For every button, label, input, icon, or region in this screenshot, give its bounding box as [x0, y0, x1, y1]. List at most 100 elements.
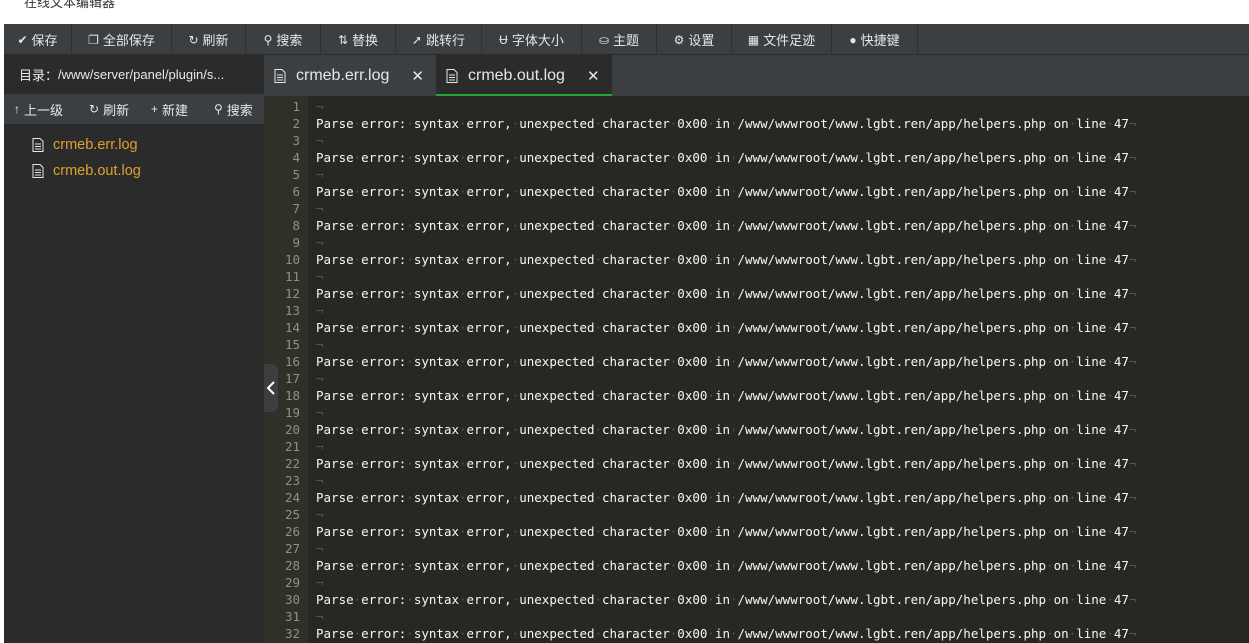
save-button[interactable]: ✔ 保存	[4, 24, 72, 55]
line-text: ¬	[316, 337, 324, 352]
toolbar: ✔ 保存 ❐ 全部保存 ↻ 刷新 ⚲ 搜索 ⇅ 替换 ➚ 跳转行 Ʉ 字体大小 ⛀ 主题 ⚙ 设置 ▦ 文件足迹 ● 快捷…	[4, 24, 1249, 55]
editor-tab[interactable]: crmeb.err.log ✕	[264, 55, 436, 96]
window-title: 在线文本编辑器	[0, 0, 1249, 24]
line-text: Parse·error:·syntax·error,·unexpected·ch…	[316, 388, 1137, 403]
code-line: 31 ¬	[264, 608, 1249, 625]
line-number: 25	[284, 507, 300, 522]
file-icon	[274, 68, 286, 83]
line-text: ¬	[316, 609, 324, 624]
settings-button[interactable]: ⚙ 设置	[657, 24, 732, 55]
line-text: ¬	[316, 541, 324, 556]
file-name: crmeb.out.log	[53, 163, 141, 179]
code-line: 12 Parse·error:·syntax·error,·unexpected·…	[264, 285, 1249, 302]
gear-icon: ⚙	[673, 32, 685, 47]
line-number: 13	[284, 303, 300, 318]
file-history-button[interactable]: ▦ 文件足迹	[732, 24, 832, 55]
shortcuts-button[interactable]: ● 快捷键	[832, 24, 918, 55]
line-number: 27	[284, 541, 300, 556]
up-level-button[interactable]: ↑ 上一级	[4, 100, 81, 119]
search-icon: ⚲	[263, 32, 273, 47]
toolbar-label: 主题	[613, 33, 640, 48]
line-number: 6	[292, 184, 300, 199]
line-number: 24	[284, 490, 300, 505]
refresh-dir-button[interactable]: ↻ 刷新	[81, 100, 143, 119]
font-size-button[interactable]: Ʉ 字体大小	[482, 24, 582, 55]
file-item[interactable]: crmeb.err.log	[4, 132, 264, 158]
search-button[interactable]: ⚲ 搜索	[246, 24, 321, 55]
line-text: Parse·error:·syntax·error,·unexpected·ch…	[316, 422, 1137, 437]
tab-bar: crmeb.err.log ✕ crmeb.out.log ✕	[264, 55, 1249, 96]
code-line: 6 Parse·error:·syntax·error,·unexpected·c…	[264, 183, 1249, 200]
line-text: Parse·error:·syntax·error,·unexpected·ch…	[316, 558, 1137, 573]
line-text: Parse·error:·syntax·error,·unexpected·ch…	[316, 490, 1137, 505]
line-text: Parse·error:·syntax·error,·unexpected·ch…	[316, 626, 1137, 641]
line-number: 3	[292, 133, 300, 148]
goto-line-button[interactable]: ➚ 跳转行	[396, 24, 482, 55]
line-text: Parse·error:·syntax·error,·unexpected·ch…	[316, 150, 1137, 165]
code-line: 28 Parse·error:·syntax·error,·unexpected·…	[264, 557, 1249, 574]
save-all-button[interactable]: ❐ 全部保存	[72, 24, 172, 55]
toolbar-label: 替换	[352, 33, 379, 48]
save-icon: ✔	[17, 32, 28, 47]
refresh-button[interactable]: ↻ 刷新	[172, 24, 246, 55]
directory-bar: 目录： /www/server/panel/plugin/s...	[4, 55, 264, 94]
collapse-sidebar-button[interactable]	[264, 364, 278, 412]
line-text: Parse·error:·syntax·error,·unexpected·ch…	[316, 184, 1137, 199]
toolbar-label: 快捷键	[860, 33, 900, 48]
code-line: 32 Parse·error:·syntax·error,·unexpected·…	[264, 625, 1249, 642]
code-line: 23 ¬	[264, 472, 1249, 489]
line-text: ¬	[316, 507, 324, 522]
line-text: Parse·error:·syntax·error,·unexpected·ch…	[316, 252, 1137, 267]
line-text: Parse·error:·syntax·error,·unexpected·ch…	[316, 456, 1137, 471]
file-item[interactable]: crmeb.out.log	[4, 158, 264, 184]
close-icon[interactable]: ✕	[587, 67, 600, 85]
editor-tab[interactable]: crmeb.out.log ✕	[436, 55, 612, 96]
line-text: ¬	[316, 439, 324, 454]
toolbar-label: 文件足迹	[763, 33, 816, 48]
code-line: 24 Parse·error:·syntax·error,·unexpected·…	[264, 489, 1249, 506]
line-text: Parse·error:·syntax·error,·unexpected·ch…	[316, 320, 1137, 335]
toolbar-label: 全部保存	[102, 33, 155, 48]
code-line: 13 ¬	[264, 302, 1249, 319]
sidebar-action-label: 刷新	[103, 102, 130, 118]
refresh-icon: ↻	[188, 32, 199, 47]
code-line: 20 Parse·error:·syntax·error,·unexpected·…	[264, 421, 1249, 438]
new-file-button[interactable]: + 新建	[143, 100, 206, 119]
line-text: Parse·error:·syntax·error,·unexpected·ch…	[316, 218, 1137, 233]
line-text: Parse·error:·syntax·error,·unexpected·ch…	[316, 524, 1137, 539]
toolbar-label: 刷新	[202, 33, 229, 48]
sidebar-actions: ↑ 上一级 ↻ 刷新 + 新建 ⚲ 搜索	[4, 94, 264, 124]
code-line: 15 ¬	[264, 336, 1249, 353]
line-text: ¬	[316, 575, 324, 590]
line-number: 8	[292, 218, 300, 233]
line-text: ¬	[316, 303, 324, 318]
code-line: 18 Parse·error:·syntax·error,·unexpected·…	[264, 387, 1249, 404]
close-icon[interactable]: ✕	[411, 67, 424, 85]
code-line: 1 ¬	[264, 98, 1249, 115]
theme-button[interactable]: ⛀ 主题	[582, 24, 657, 55]
font-icon: Ʉ	[499, 32, 508, 47]
code-line: 17 ¬	[264, 370, 1249, 387]
line-text: ¬	[316, 473, 324, 488]
line-number: 10	[284, 252, 300, 267]
code-editor[interactable]: 1 ¬ 2 Parse·error:·syntax·error,·unexpected…	[264, 96, 1249, 643]
file-list: crmeb.err.log crmeb.out.log	[4, 124, 264, 184]
toolbar-label: 跳转行	[426, 33, 466, 48]
code-line: 14 Parse·error:·syntax·error,·unexpected·…	[264, 319, 1249, 336]
line-number: 26	[284, 524, 300, 539]
search-dir-button[interactable]: ⚲ 搜索	[206, 100, 264, 119]
code-line: 5 ¬	[264, 166, 1249, 183]
search-icon: ⚲	[214, 102, 223, 116]
code-line: 29 ¬	[264, 574, 1249, 591]
code-line: 25 ¬	[264, 506, 1249, 523]
code-line: 3 ¬	[264, 132, 1249, 149]
line-text: ¬	[316, 235, 324, 250]
file-name: crmeb.err.log	[53, 137, 138, 153]
code-line: 19 ¬	[264, 404, 1249, 421]
directory-label: 目录：	[19, 68, 59, 83]
line-text: ¬	[316, 133, 324, 148]
replace-button[interactable]: ⇅ 替换	[321, 24, 396, 55]
file-icon	[32, 138, 44, 152]
line-text: ¬	[316, 99, 324, 114]
directory-path[interactable]: /www/server/panel/plugin/s...	[58, 67, 224, 82]
